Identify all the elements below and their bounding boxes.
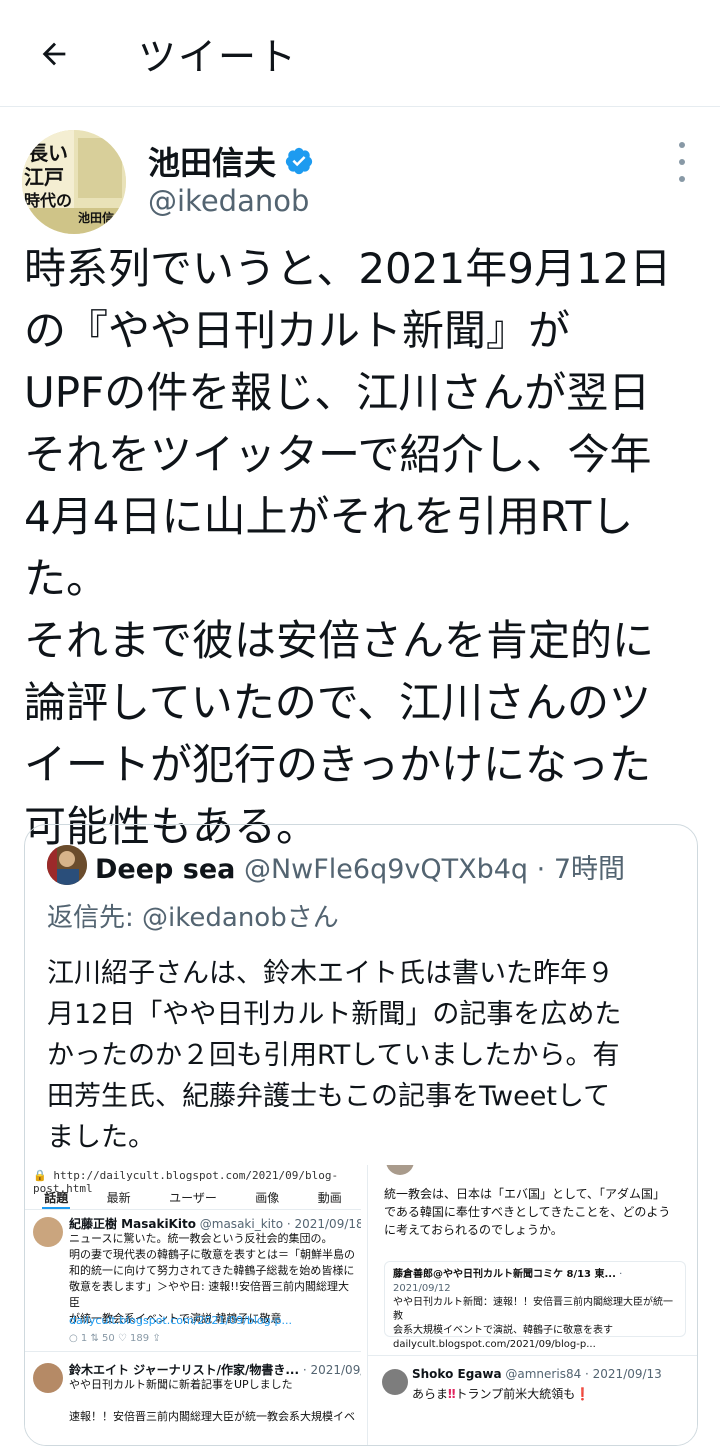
- meta-separator: ·: [528, 854, 554, 885]
- mini-avatar: [386, 1165, 414, 1175]
- tab-trending: 話題: [42, 1189, 71, 1209]
- verified-badge-icon: [285, 147, 313, 175]
- author-name-row[interactable]: 池田信夫: [148, 138, 314, 184]
- mini-tweet-text: 統一教会は、日本は「エバ国」として、「アダム国」 である韓国に奉仕すべきとしてき…: [384, 1187, 671, 1237]
- mini-tweet-text: やや日刊カルト新聞に新着記事をUPしました 速報！！安倍晋三前内閣総理大臣が統一…: [69, 1378, 355, 1423]
- svg-text:江戸: 江戸: [24, 165, 64, 189]
- tab-users: ユーザー: [169, 1191, 217, 1205]
- dot-icon: [679, 142, 685, 148]
- author-name[interactable]: 池田信夫: [148, 138, 276, 184]
- back-button[interactable]: [32, 32, 76, 76]
- more-options-button[interactable]: [672, 142, 692, 182]
- mini-tweet-actions: ○ 1 ⇅ 50 ♡ 189 ⇪: [69, 1333, 161, 1344]
- mini-reply-name: Shoko Egawa @amneris84 · 2021/09/13: [412, 1367, 662, 1381]
- mini-avatar: [33, 1217, 63, 1247]
- quote-text: 江川紹子さんは、鈴木エイト氏は書いた昨年９ 月12日「やや日刊カルト新聞」の記事…: [47, 958, 622, 1153]
- author-avatar[interactable]: 長い 江戸 時代の 池田信夫: [22, 130, 126, 234]
- attached-image-left: 🔒 http://dailycult.blogspot.com/2021/09/…: [25, 1165, 361, 1445]
- reply-suffix: さん: [286, 903, 339, 933]
- attached-image-right: 統一教会は、日本は「エバ国」として、「アダム国」 である韓国に奉仕すべきとしてき…: [367, 1165, 697, 1445]
- mini-reply-text: あらま‼トランプ前米大統領も❗: [412, 1387, 591, 1401]
- mini-avatar: [382, 1369, 408, 1395]
- mini-tweet-link: dailycult.blogspot.com/2021/09/blog-p...: [69, 1314, 293, 1327]
- reply-to-handle-link[interactable]: @ikedanob: [142, 903, 287, 933]
- svg-text:時代の: 時代の: [24, 191, 72, 210]
- svg-text:池田信夫: 池田信夫: [78, 210, 126, 225]
- reply-prefix: 返信先:: [47, 903, 143, 933]
- quote-author-name[interactable]: Deep sea: [95, 854, 235, 885]
- mini-tweet-name: 鈴木エイト ジャーナリスト/作家/物書き... · 2021/09/12: [69, 1363, 361, 1377]
- reply-to-line: 返信先: @ikedanobさん: [47, 897, 339, 934]
- mini-quoted-text: 藤倉善郎@やや日刊カルト新聞コミケ 8/13 東... · 2021/09/12…: [393, 1269, 673, 1350]
- search-tabs: 話題 最新 ユーザー 画像 動画: [25, 1189, 361, 1210]
- quote-author-avatar: [47, 845, 87, 885]
- mini-quoted-card: 藤倉善郎@やや日刊カルト新聞コミケ 8/13 東... · 2021/09/12…: [384, 1261, 686, 1350]
- tab-videos: 動画: [317, 1191, 342, 1205]
- quote-author-handle[interactable]: @NwFle6q9vQTXb4q: [244, 854, 528, 885]
- arrow-left-icon: [42, 42, 66, 66]
- attached-image[interactable]: 🔒 http://dailycult.blogspot.com/2021/09/…: [25, 1165, 697, 1445]
- quoted-tweet-card[interactable]: Deep sea @NwFle6q9vQTXb4q · 7時間 返信先: @ik…: [24, 824, 698, 1446]
- mini-avatar: [33, 1363, 63, 1393]
- page-title: ツイート: [138, 35, 299, 79]
- quote-timestamp: 7時間: [553, 854, 625, 885]
- mini-tweet-name: 紀藤正樹 MasakiKito @masaki_kito · 2021/09/1…: [69, 1217, 361, 1231]
- tweet-text: 時系列でいうと、2021年9月12日 の『やや日刊カルト新聞』が UPFの件を報…: [24, 244, 672, 851]
- dot-icon: [679, 176, 685, 182]
- dot-icon: [679, 159, 685, 165]
- tab-images: 画像: [255, 1191, 280, 1205]
- tab-latest: 最新: [106, 1191, 131, 1205]
- quote-meta: Deep sea @NwFle6q9vQTXb4q · 7時間: [95, 847, 625, 886]
- top-app-bar: ツイート: [0, 0, 720, 107]
- book-cover-image: 長い 江戸 時代の 池田信夫: [22, 130, 126, 234]
- svg-text:長い: 長い: [28, 141, 68, 165]
- author-handle[interactable]: @ikedanob: [148, 184, 309, 218]
